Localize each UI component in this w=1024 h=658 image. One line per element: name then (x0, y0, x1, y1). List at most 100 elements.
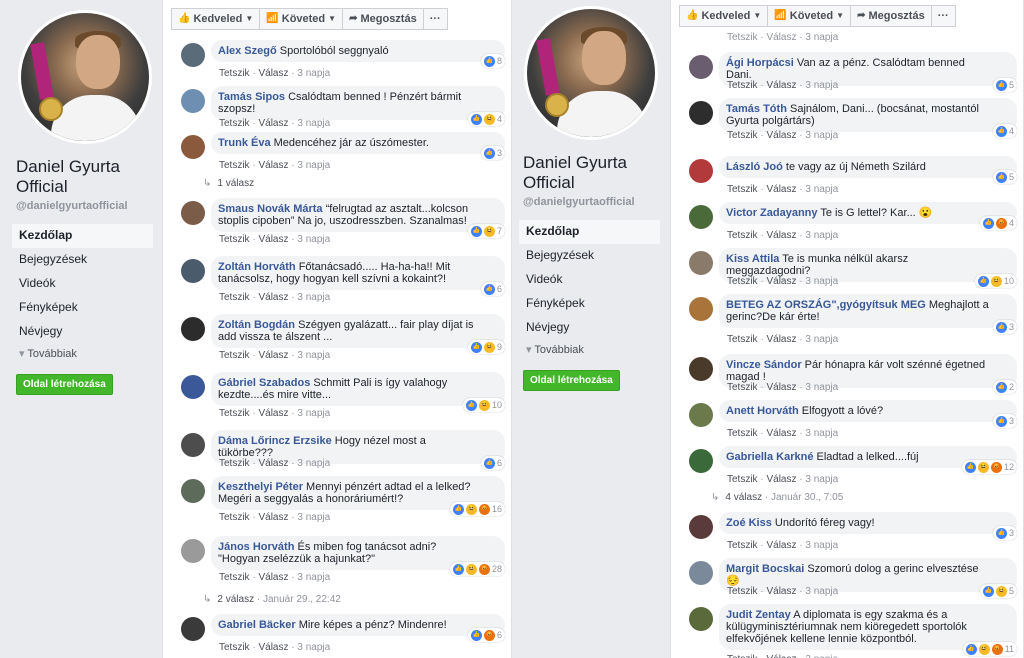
comment-author[interactable]: Ági Horpácsi (726, 57, 794, 69)
comment-author[interactable]: Zoltán Horváth (218, 261, 296, 273)
reply-link[interactable]: Válasz (258, 234, 288, 245)
reaction-summary[interactable]: 👍 3 (992, 526, 1017, 540)
comment-author[interactable]: Trunk Éva (218, 137, 271, 149)
commenter-avatar[interactable] (689, 101, 713, 125)
comment-author[interactable]: Smaus Novák Márta (218, 203, 323, 215)
commenter-avatar[interactable] (181, 259, 205, 283)
comment-time[interactable]: 3 napja (805, 334, 838, 345)
nav-more[interactable]: Továbbiak (519, 340, 660, 360)
create-page-button[interactable]: Oldal létrehozása (16, 374, 113, 395)
like-link[interactable]: Tetszik (727, 130, 758, 141)
comment-author[interactable]: Margit Bocskai (726, 563, 804, 575)
nav-item-photos[interactable]: Fényképek (519, 292, 660, 316)
comment-author[interactable]: Zoltán Bogdán (218, 319, 295, 331)
nav-item-about[interactable]: Névjegy (519, 316, 660, 340)
nav-item-posts[interactable]: Bejegyzések (519, 244, 660, 268)
comment-author[interactable]: Gabriella Karkné (726, 451, 813, 463)
like-link[interactable]: Tetszik (219, 350, 250, 361)
reply-link[interactable]: Válasz (766, 230, 796, 241)
like-link[interactable]: Tetszik (727, 32, 758, 43)
comment-time[interactable]: 3 napja (297, 118, 330, 129)
comment-time[interactable]: 3 napja (805, 276, 838, 287)
reply-link[interactable]: Válasz (258, 642, 288, 653)
reaction-summary[interactable]: 👍 😆 😡 12 (961, 460, 1017, 474)
comment-time[interactable]: 3 napja (805, 130, 838, 141)
reply-link[interactable]: Válasz (258, 350, 288, 361)
commenter-avatar[interactable] (181, 617, 205, 641)
page-title[interactable]: Daniel Gyurta Official (523, 153, 663, 193)
reaction-summary[interactable]: 👍 5 (992, 170, 1017, 184)
comment-time[interactable]: 3 napja (297, 408, 330, 419)
commenter-avatar[interactable] (689, 515, 713, 539)
commenter-avatar[interactable] (689, 449, 713, 473)
like-link[interactable]: Tetszik (727, 276, 758, 287)
commenter-avatar[interactable] (689, 55, 713, 79)
comment-author[interactable]: Dáma Lőrincz Erzsike (218, 435, 332, 447)
reaction-summary[interactable]: 👍 2 (992, 380, 1017, 394)
more-options-button[interactable]: ··· (931, 5, 956, 27)
commenter-avatar[interactable] (689, 297, 713, 321)
comment-author[interactable]: Gábriel Szabados (218, 377, 310, 389)
comment-author[interactable]: Anett Horváth (726, 405, 799, 417)
like-link[interactable]: Tetszik (219, 160, 250, 171)
profile-picture[interactable] (524, 6, 658, 140)
nav-more[interactable]: Továbbiak (12, 344, 153, 364)
comment-time[interactable]: 3 napja (805, 230, 838, 241)
reply-link[interactable]: Válasz (766, 80, 796, 91)
reaction-summary[interactable]: 👍 6 (480, 282, 505, 296)
reply-link[interactable]: Válasz (766, 382, 796, 393)
commenter-avatar[interactable] (689, 205, 713, 229)
comment-time[interactable]: 3 napja (297, 234, 330, 245)
reaction-summary[interactable]: 👍 😡 6 (467, 628, 505, 642)
share-button[interactable]: ➦ Megosztás (343, 8, 424, 30)
reply-link[interactable]: Válasz (258, 118, 288, 129)
nav-item-home[interactable]: Kezdőlap (12, 224, 153, 248)
like-link[interactable]: Tetszik (219, 512, 250, 523)
reply-link[interactable]: Válasz (766, 184, 796, 195)
reply-link[interactable]: Válasz (766, 586, 796, 597)
reaction-summary[interactable]: 👍 5 (992, 78, 1017, 92)
nav-item-posts[interactable]: Bejegyzések (12, 248, 153, 272)
reaction-summary[interactable]: 👍 3 (992, 320, 1017, 334)
like-page-button[interactable]: 👍 Kedveled ▼ (679, 5, 769, 27)
reply-link[interactable]: Válasz (766, 276, 796, 287)
comment-time[interactable]: 3 napja (297, 642, 330, 653)
view-replies-link[interactable]: ↳ 1 válasz (203, 178, 254, 189)
reply-link[interactable]: Válasz (766, 654, 796, 658)
comment-author[interactable]: László Joó (726, 161, 783, 173)
comment-author[interactable]: Gabriel Bäcker (218, 619, 296, 631)
reaction-summary[interactable]: 👍 😆 7 (467, 224, 505, 238)
commenter-avatar[interactable] (181, 89, 205, 113)
comment-author[interactable]: Tamás Sipos (218, 91, 285, 103)
reaction-summary[interactable]: 👍 😆 😡 28 (449, 562, 505, 576)
reaction-summary[interactable]: 👍 😆 10 (974, 274, 1017, 288)
comment-time[interactable]: 3 napja (297, 512, 330, 523)
nav-item-videos[interactable]: Videók (519, 268, 660, 292)
reaction-summary[interactable]: 👍 😆 9 (467, 340, 505, 354)
reply-link[interactable]: Válasz (258, 292, 288, 303)
commenter-avatar[interactable] (689, 403, 713, 427)
comment-time[interactable]: 3 napja (805, 32, 838, 43)
reply-link[interactable]: Válasz (258, 68, 288, 79)
reaction-summary[interactable]: 👍 8 (480, 54, 505, 68)
comment-author[interactable]: Keszthelyi Péter (218, 481, 303, 493)
reply-link[interactable]: Válasz (258, 408, 288, 419)
nav-item-videos[interactable]: Videók (12, 272, 153, 296)
commenter-avatar[interactable] (181, 317, 205, 341)
like-link[interactable]: Tetszik (219, 458, 250, 469)
like-link[interactable]: Tetszik (727, 428, 758, 439)
comment-time[interactable]: 3 napja (297, 292, 330, 303)
commenter-avatar[interactable] (181, 43, 205, 67)
comment-time[interactable]: 3 napja (297, 572, 330, 583)
reaction-summary[interactable]: 👍 😡 4 (979, 216, 1017, 230)
view-replies-link[interactable]: ↳ 4 válasz · Január 30., 7:05 (711, 492, 843, 503)
reaction-summary[interactable]: 👍 😆 5 (979, 584, 1017, 598)
comment-author[interactable]: Victor Zadayanny (726, 207, 818, 219)
reaction-summary[interactable]: 👍 6 (480, 456, 505, 470)
share-button[interactable]: ➦ Megosztás (851, 5, 932, 27)
nav-item-home[interactable]: Kezdőlap (519, 220, 660, 244)
comment-time[interactable]: 3 napja (805, 382, 838, 393)
reply-link[interactable]: Válasz (258, 458, 288, 469)
reaction-summary[interactable]: 👍 3 (992, 414, 1017, 428)
create-page-button[interactable]: Oldal létrehozása (523, 370, 620, 391)
